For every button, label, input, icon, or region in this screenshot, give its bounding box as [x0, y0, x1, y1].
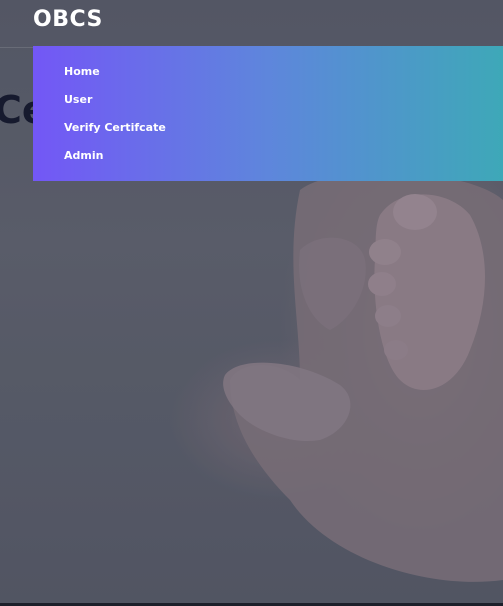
- menu-item-home[interactable]: Home: [64, 65, 100, 78]
- navbar: OBCS: [0, 0, 503, 48]
- menu-item-admin[interactable]: Admin: [64, 149, 103, 162]
- menu-item-user[interactable]: User: [64, 93, 92, 106]
- menu-item-verify-certificate[interactable]: Verify Certifcate: [64, 121, 166, 134]
- nav-dropdown-menu: Home User Verify Certifcate Admin: [33, 46, 503, 181]
- brand-logo-link[interactable]: OBCS: [33, 7, 103, 32]
- page: Ce OBCS Home User Verify Certifcate Admi…: [0, 0, 503, 606]
